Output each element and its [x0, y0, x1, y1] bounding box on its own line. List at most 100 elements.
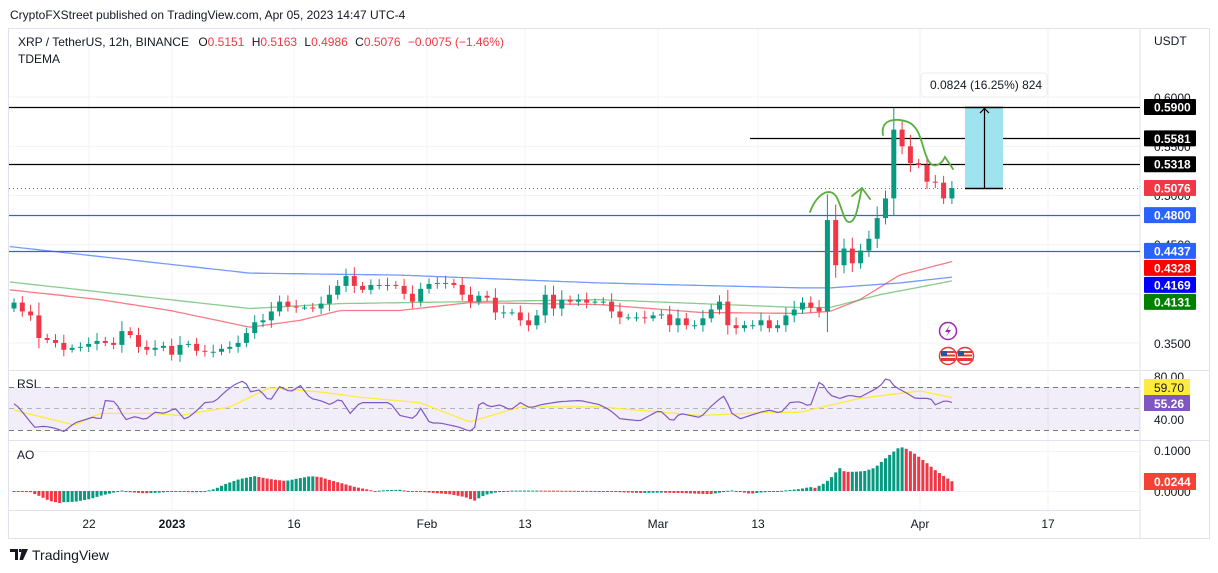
ao-bar — [485, 491, 489, 495]
ao-bar — [448, 491, 452, 495]
ao-bar — [863, 471, 867, 491]
ao-bar — [605, 491, 609, 492]
ao-bar — [900, 447, 904, 491]
ao-bar — [149, 491, 153, 494]
ao-bar — [776, 491, 780, 492]
close-label: C — [355, 35, 364, 49]
ao-bar — [502, 491, 506, 492]
ao-bar — [145, 491, 149, 494]
ao-bar — [95, 491, 99, 497]
ao-bar — [386, 490, 389, 492]
candle-body — [642, 317, 648, 319]
candle-body — [277, 301, 283, 312]
candle-body — [169, 345, 175, 355]
ao-bar — [639, 491, 643, 493]
candle-body — [692, 325, 698, 327]
ao-bar — [141, 491, 145, 494]
ao-bar — [178, 491, 182, 492]
price-tag-value: 0.5076 — [1154, 181, 1191, 195]
ao-bar — [825, 480, 829, 491]
ao-bar — [817, 485, 821, 491]
high-label: H — [252, 35, 261, 49]
open-value: 0.5151 — [208, 35, 245, 49]
us-flag-event-icon[interactable] — [938, 346, 958, 366]
ao-bar — [211, 489, 215, 491]
ao-bar — [547, 490, 551, 492]
candle-body — [385, 284, 390, 286]
ao-bar — [157, 491, 161, 493]
price-tick: 0.3500 — [1154, 337, 1191, 351]
tradingview-logo[interactable]: TradingView — [10, 547, 110, 563]
ao-bar — [45, 491, 49, 500]
price-tag-value: 0.5581 — [1154, 132, 1191, 146]
symbol-name: XRP / TetherUS, 12h, BINANCE — [18, 35, 189, 49]
ao-bar — [688, 491, 692, 494]
candle-body — [634, 317, 639, 319]
ao-bar — [913, 453, 917, 491]
ao-bar — [651, 491, 655, 493]
ao-bar — [614, 491, 618, 493]
ao-bar — [643, 491, 647, 493]
ao-bar — [751, 491, 755, 494]
ao-bar — [834, 472, 838, 491]
ao-bar — [199, 491, 203, 493]
candle-body — [310, 307, 316, 309]
ao-title[interactable]: AO — [17, 448, 34, 462]
candle-body — [559, 299, 565, 309]
high-value: 0.5163 — [260, 35, 297, 49]
candle-body — [36, 315, 42, 339]
candle-body — [302, 307, 307, 309]
time-tick: Mar — [648, 517, 669, 531]
candle-body — [625, 317, 631, 319]
symbol-legend[interactable]: XRP / TetherUS, 12h, BINANCE O0.5151 H0.… — [18, 35, 504, 49]
candle-body — [866, 238, 872, 251]
ao-bar — [107, 491, 111, 494]
ao-bar — [373, 491, 377, 492]
candle-body — [61, 342, 67, 350]
candle-body — [791, 309, 797, 316]
candle-body — [766, 320, 772, 329]
ao-bar — [319, 477, 323, 491]
ao-bar — [659, 491, 663, 493]
ao-bar — [796, 489, 800, 491]
candle-body — [53, 339, 58, 343]
ao-bar — [137, 491, 140, 493]
ao-bar — [771, 491, 775, 492]
rsi-value: 55.26 — [1154, 397, 1184, 411]
candle-body — [492, 297, 498, 313]
rsi-title[interactable]: RSI — [17, 377, 37, 391]
ao-bar — [859, 471, 863, 491]
ao-bar — [410, 491, 414, 492]
us-flag-event-icon[interactable] — [955, 346, 975, 366]
ao-bar — [593, 490, 597, 492]
ao-bar — [734, 491, 738, 492]
candle-body — [11, 302, 17, 309]
candle-body — [916, 163, 922, 165]
ao-bar — [12, 491, 16, 492]
ao-bar — [518, 490, 522, 492]
ao-bar — [83, 491, 87, 501]
candle-body — [932, 181, 938, 183]
ao-bar — [718, 491, 721, 493]
candle-body — [235, 342, 241, 347]
indicator-legend-tdema[interactable]: TDEMA — [18, 52, 60, 66]
tradingview-chart[interactable]: CryptoFXStreet published on TradingView.… — [0, 0, 1218, 573]
ao-bar — [713, 491, 717, 494]
ao-bar — [668, 491, 672, 493]
candle-body — [409, 293, 415, 302]
ao-bar — [493, 491, 497, 493]
ao-bar — [33, 491, 37, 494]
candle-body — [318, 303, 324, 309]
time-tick: 13 — [518, 517, 532, 531]
candle-body — [609, 301, 615, 312]
ao-bar — [726, 490, 730, 492]
candle-body — [28, 311, 34, 316]
candle-body — [575, 299, 581, 302]
candle-body — [891, 129, 897, 199]
ao-bar — [323, 478, 327, 491]
ao-bar — [469, 491, 472, 500]
time-tick: Apr — [911, 517, 930, 531]
candle-body — [476, 295, 482, 302]
ao-bar — [680, 491, 684, 494]
candle-body — [526, 320, 532, 326]
